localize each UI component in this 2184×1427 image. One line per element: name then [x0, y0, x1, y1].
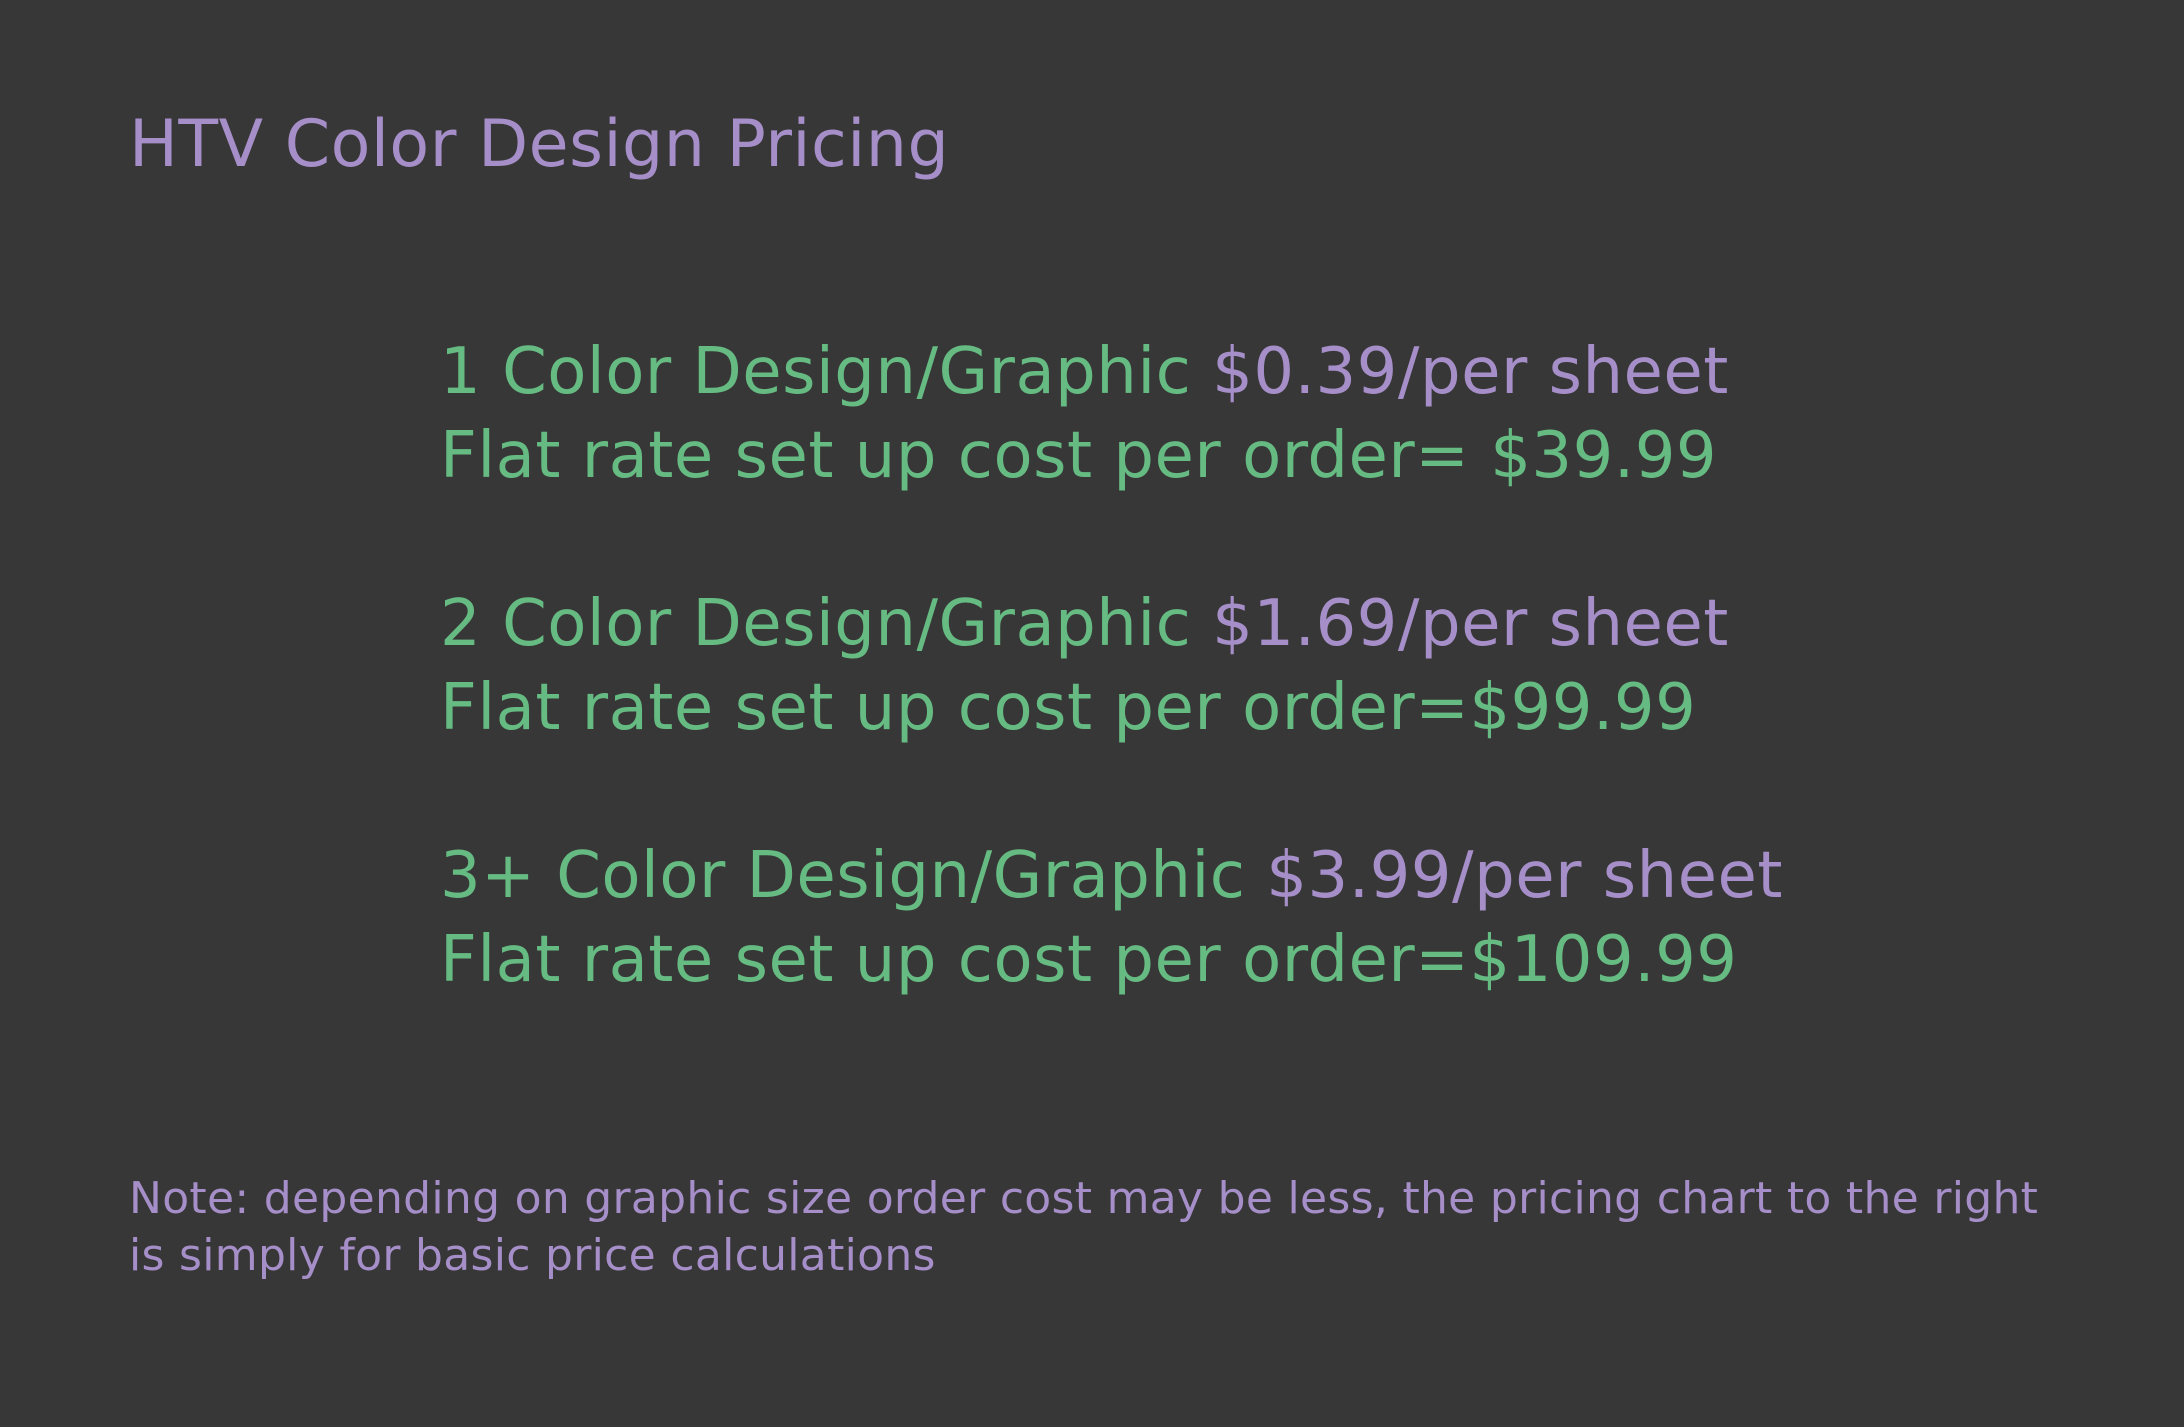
tier-setup-cost: Flat rate set up cost per order=$109.99 — [440, 923, 1738, 997]
pricing-tiers: 1 Color Design/Graphic $0.39/per sheet F… — [440, 330, 1783, 1002]
tier-1-color: 1 Color Design/Graphic $0.39/per sheet F… — [440, 330, 1783, 498]
tier-setup-cost: Flat rate set up cost per order=$99.99 — [440, 671, 1697, 745]
tier-rate-line: 3+ Color Design/Graphic $3.99/per sheet — [440, 834, 1783, 918]
tier-spacer — [440, 498, 1783, 582]
tier-label: 2 Color Design/Graphic — [440, 587, 1213, 661]
tier-per-sheet-price: $0.39/per sheet — [1212, 335, 1729, 409]
tier-rate-line: 1 Color Design/Graphic $0.39/per sheet — [440, 330, 1783, 414]
tier-per-sheet-price: $3.99/per sheet — [1266, 839, 1783, 913]
tier-per-sheet-price: $1.69/per sheet — [1212, 587, 1729, 661]
tier-setup-cost: Flat rate set up cost per order= $39.99 — [440, 419, 1718, 493]
tier-label: 1 Color Design/Graphic — [440, 335, 1213, 409]
tier-spacer — [440, 750, 1783, 834]
pricing-note: Note: depending on graphic size order co… — [129, 1173, 2039, 1281]
pricing-canvas: HTV Color Design Pricing 1 Color Design/… — [0, 0, 2184, 1427]
tier-3plus-color: 3+ Color Design/Graphic $3.99/per sheet … — [440, 834, 1783, 1002]
page-title: HTV Color Design Pricing — [129, 107, 950, 182]
tier-rate-line: 2 Color Design/Graphic $1.69/per sheet — [440, 582, 1783, 666]
tier-2-color: 2 Color Design/Graphic $1.69/per sheet F… — [440, 582, 1783, 750]
tier-label: 3+ Color Design/Graphic — [440, 839, 1267, 913]
